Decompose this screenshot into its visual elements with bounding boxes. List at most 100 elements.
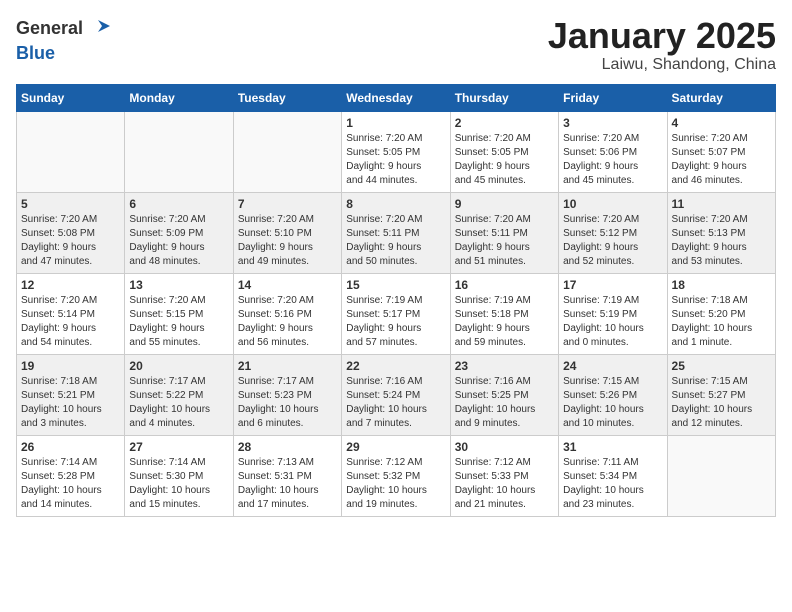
day-number: 31: [563, 440, 662, 454]
day-info: Sunrise: 7:14 AM Sunset: 5:30 PM Dayligh…: [129, 456, 228, 512]
day-cell: [233, 111, 341, 192]
day-cell: 28Sunrise: 7:13 AM Sunset: 5:31 PM Dayli…: [233, 435, 341, 516]
day-cell: 8 Sunrise: 7:20 AM Sunset: 5:11 PM Daylig…: [342, 192, 450, 273]
day-info: Sunrise: 7:19 AM Sunset: 5:19 PM Dayligh…: [563, 294, 662, 350]
day-cell: 16Sunrise: 7:19 AM Sunset: 5:18 PM Dayli…: [450, 273, 558, 354]
day-info: Sunrise: 7:20 AM Sunset: 5:06 PM Dayligh…: [563, 132, 662, 188]
day-number: 9: [455, 197, 554, 211]
day-cell: 7 Sunrise: 7:20 AM Sunset: 5:10 PM Daylig…: [233, 192, 341, 273]
day-number: 19: [21, 359, 120, 373]
day-number: 6: [129, 197, 228, 211]
day-info: Sunrise: 7:15 AM Sunset: 5:27 PM Dayligh…: [672, 375, 771, 431]
day-cell: 4Sunrise: 7:20 AM Sunset: 5:07 PM Daylig…: [667, 111, 775, 192]
day-cell: 13 Sunrise: 7:20 AM Sunset: 5:15 PM Dayli…: [125, 273, 233, 354]
day-cell: 23 Sunrise: 7:16 AM Sunset: 5:25 PM Dayli…: [450, 354, 558, 435]
day-cell: [125, 111, 233, 192]
day-cell: 11 Sunrise: 7:20 AM Sunset: 5:13 PM Dayli…: [667, 192, 775, 273]
day-number: 25: [672, 359, 771, 373]
day-number: 10: [563, 197, 662, 211]
day-cell: 31 Sunrise: 7:11 AM Sunset: 5:34 PM Dayli…: [559, 435, 667, 516]
day-number: 5: [21, 197, 120, 211]
day-info: Sunrise: 7:20 AM Sunset: 5:15 PM Dayligh…: [129, 294, 228, 350]
day-info: Sunrise: 7:12 AM Sunset: 5:32 PM Dayligh…: [346, 456, 445, 512]
day-info: Sunrise: 7:20 AM Sunset: 5:08 PM Dayligh…: [21, 213, 120, 269]
logo-blue: Blue: [16, 44, 110, 64]
day-cell: 29 Sunrise: 7:12 AM Sunset: 5:32 PM Dayli…: [342, 435, 450, 516]
day-number: 21: [238, 359, 337, 373]
day-number: 1: [346, 116, 445, 130]
day-number: 24: [563, 359, 662, 373]
day-info: Sunrise: 7:20 AM Sunset: 5:10 PM Dayligh…: [238, 213, 337, 269]
weekday-saturday: Saturday: [667, 84, 775, 111]
day-info: Sunrise: 7:20 AM Sunset: 5:13 PM Dayligh…: [672, 213, 771, 269]
week-row-5: 26Sunrise: 7:14 AM Sunset: 5:28 PM Dayli…: [17, 435, 776, 516]
day-info: Sunrise: 7:20 AM Sunset: 5:09 PM Dayligh…: [129, 213, 228, 269]
day-info: Sunrise: 7:20 AM Sunset: 5:05 PM Dayligh…: [455, 132, 554, 188]
day-cell: 14 Sunrise: 7:20 AM Sunset: 5:16 PM Dayli…: [233, 273, 341, 354]
day-info: Sunrise: 7:20 AM Sunset: 5:11 PM Dayligh…: [455, 213, 554, 269]
day-info: Sunrise: 7:16 AM Sunset: 5:24 PM Dayligh…: [346, 375, 445, 431]
day-info: Sunrise: 7:15 AM Sunset: 5:26 PM Dayligh…: [563, 375, 662, 431]
day-number: 30: [455, 440, 554, 454]
weekday-header-row: SundayMondayTuesdayWednesdayThursdayFrid…: [17, 84, 776, 111]
logo-bird-icon: [90, 16, 110, 44]
weekday-sunday: Sunday: [17, 84, 125, 111]
day-number: 16: [455, 278, 554, 292]
day-cell: 26Sunrise: 7:14 AM Sunset: 5:28 PM Dayli…: [17, 435, 125, 516]
day-cell: 10 Sunrise: 7:20 AM Sunset: 5:12 PM Dayli…: [559, 192, 667, 273]
calendar-subtitle: Laiwu, Shandong, China: [548, 56, 776, 74]
day-info: Sunrise: 7:20 AM Sunset: 5:16 PM Dayligh…: [238, 294, 337, 350]
day-number: 11: [672, 197, 771, 211]
day-cell: 15 Sunrise: 7:19 AM Sunset: 5:17 PM Dayli…: [342, 273, 450, 354]
calendar-title: January 2025: [548, 16, 776, 56]
day-info: Sunrise: 7:17 AM Sunset: 5:22 PM Dayligh…: [129, 375, 228, 431]
day-cell: 20 Sunrise: 7:17 AM Sunset: 5:22 PM Dayli…: [125, 354, 233, 435]
day-cell: 2Sunrise: 7:20 AM Sunset: 5:05 PM Daylig…: [450, 111, 558, 192]
day-info: Sunrise: 7:18 AM Sunset: 5:21 PM Dayligh…: [21, 375, 120, 431]
day-number: 27: [129, 440, 228, 454]
day-cell: 21 Sunrise: 7:17 AM Sunset: 5:23 PM Dayli…: [233, 354, 341, 435]
day-cell: 27 Sunrise: 7:14 AM Sunset: 5:30 PM Dayli…: [125, 435, 233, 516]
logo-general: General: [16, 16, 110, 44]
day-cell: 1 Sunrise: 7:20 AM Sunset: 5:05 PM Daylig…: [342, 111, 450, 192]
day-number: 3: [563, 116, 662, 130]
day-info: Sunrise: 7:20 AM Sunset: 5:11 PM Dayligh…: [346, 213, 445, 269]
day-cell: [667, 435, 775, 516]
day-number: 14: [238, 278, 337, 292]
day-number: 13: [129, 278, 228, 292]
day-cell: 19 Sunrise: 7:18 AM Sunset: 5:21 PM Dayli…: [17, 354, 125, 435]
day-info: Sunrise: 7:18 AM Sunset: 5:20 PM Dayligh…: [672, 294, 771, 350]
week-row-4: 19 Sunrise: 7:18 AM Sunset: 5:21 PM Dayli…: [17, 354, 776, 435]
day-number: 4: [672, 116, 771, 130]
day-info: Sunrise: 7:12 AM Sunset: 5:33 PM Dayligh…: [455, 456, 554, 512]
day-number: 15: [346, 278, 445, 292]
day-info: Sunrise: 7:20 AM Sunset: 5:12 PM Dayligh…: [563, 213, 662, 269]
weekday-thursday: Thursday: [450, 84, 558, 111]
page-container: General Blue January 2025 Laiwu, Shandon…: [0, 0, 792, 525]
day-cell: 25 Sunrise: 7:15 AM Sunset: 5:27 PM Dayli…: [667, 354, 775, 435]
day-info: Sunrise: 7:17 AM Sunset: 5:23 PM Dayligh…: [238, 375, 337, 431]
day-info: Sunrise: 7:11 AM Sunset: 5:34 PM Dayligh…: [563, 456, 662, 512]
header: General Blue January 2025 Laiwu, Shandon…: [16, 16, 776, 74]
weekday-monday: Monday: [125, 84, 233, 111]
day-info: Sunrise: 7:19 AM Sunset: 5:17 PM Dayligh…: [346, 294, 445, 350]
weekday-tuesday: Tuesday: [233, 84, 341, 111]
day-info: Sunrise: 7:13 AM Sunset: 5:31 PM Dayligh…: [238, 456, 337, 512]
weekday-wednesday: Wednesday: [342, 84, 450, 111]
day-number: 20: [129, 359, 228, 373]
day-number: 23: [455, 359, 554, 373]
day-number: 12: [21, 278, 120, 292]
day-cell: 30 Sunrise: 7:12 AM Sunset: 5:33 PM Dayli…: [450, 435, 558, 516]
day-number: 7: [238, 197, 337, 211]
day-number: 29: [346, 440, 445, 454]
day-number: 8: [346, 197, 445, 211]
day-cell: [17, 111, 125, 192]
day-info: Sunrise: 7:20 AM Sunset: 5:05 PM Dayligh…: [346, 132, 445, 188]
day-cell: 3 Sunrise: 7:20 AM Sunset: 5:06 PM Daylig…: [559, 111, 667, 192]
day-number: 17: [563, 278, 662, 292]
day-info: Sunrise: 7:16 AM Sunset: 5:25 PM Dayligh…: [455, 375, 554, 431]
logo: General Blue: [16, 16, 110, 64]
weekday-friday: Friday: [559, 84, 667, 111]
day-cell: 17 Sunrise: 7:19 AM Sunset: 5:19 PM Dayli…: [559, 273, 667, 354]
title-section: January 2025 Laiwu, Shandong, China: [548, 16, 776, 74]
